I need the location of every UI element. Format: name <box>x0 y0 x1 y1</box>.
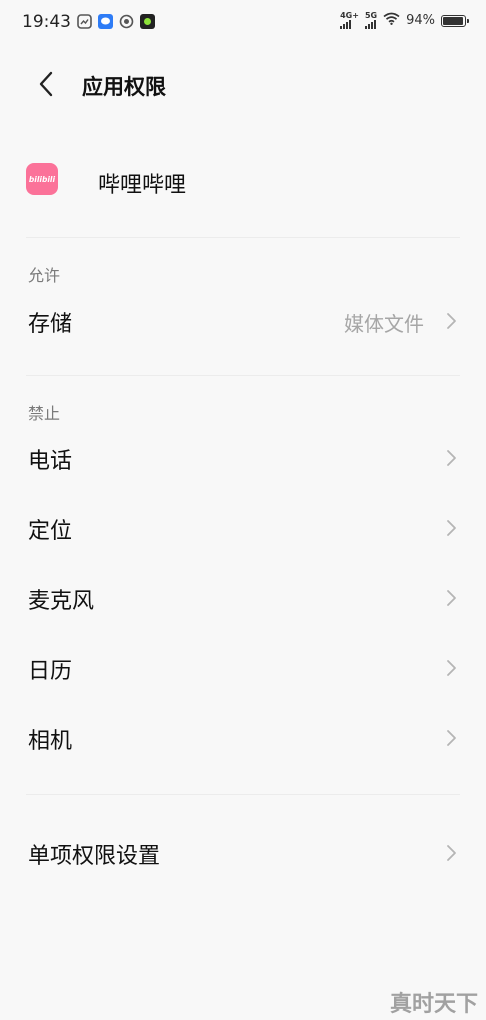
watermark: 真时天下 <box>389 992 478 1017</box>
header: 应用权限 <box>0 58 486 110</box>
battery-percent: 94% <box>406 13 435 28</box>
signal-4g-icon: 4G+ <box>340 12 359 29</box>
signal-5g-label: 5G <box>364 11 378 20</box>
app-name: 哔哩哔哩 <box>98 173 187 198</box>
permission-label: 日历 <box>28 659 73 684</box>
denied-section-label: 禁止 <box>28 404 61 423</box>
chevron-right-icon <box>447 590 456 606</box>
permission-value: 媒体文件 <box>344 312 424 336</box>
permission-row-microphone[interactable]: 麦克风 <box>0 569 486 625</box>
app-info: bilibili 哔哩哔哩 <box>0 158 486 202</box>
divider <box>26 375 460 376</box>
chevron-right-icon <box>447 660 456 676</box>
chevron-right-icon <box>447 450 456 466</box>
page-title: 应用权限 <box>82 75 166 99</box>
back-button[interactable] <box>28 66 64 102</box>
status-time: 19:43 <box>22 12 71 32</box>
status-right: 4G+ 5G 94% <box>340 11 469 29</box>
permission-label: 定位 <box>28 519 73 544</box>
permission-row-camera[interactable]: 相机 <box>0 709 486 765</box>
app-notification-icon <box>140 14 155 29</box>
permission-label: 麦克风 <box>28 589 95 614</box>
notification-icons <box>77 14 155 29</box>
permission-row-storage[interactable]: 存储 媒体文件 <box>0 292 486 348</box>
chat-notification-icon <box>98 14 113 29</box>
status-bar: 19:43 4G+ 5G 94% <box>0 0 486 44</box>
allowed-section-label: 允许 <box>28 266 61 285</box>
permission-label: 相机 <box>28 729 73 754</box>
permission-label: 存储 <box>28 312 73 337</box>
bilibili-app-icon: bilibili <box>26 163 58 195</box>
single-permission-settings-row[interactable]: 单项权限设置 <box>0 824 486 880</box>
battery-icon <box>441 14 469 27</box>
chevron-right-icon <box>447 313 456 329</box>
chevron-right-icon <box>447 520 456 536</box>
signal-4g-label: 4G+ <box>340 11 359 20</box>
app-icon-text: bilibili <box>28 174 56 184</box>
chevron-right-icon <box>447 730 456 746</box>
permission-row-calendar[interactable]: 日历 <box>0 639 486 695</box>
permission-label: 电话 <box>28 449 73 474</box>
chevron-right-icon <box>447 845 456 861</box>
divider <box>26 794 460 795</box>
permission-row-location[interactable]: 定位 <box>0 499 486 555</box>
signal-5g-icon: 5G <box>364 11 378 29</box>
camera-notification-icon <box>119 14 134 29</box>
permission-row-phone[interactable]: 电话 <box>0 429 486 485</box>
gallery-notification-icon <box>77 14 92 29</box>
divider <box>26 237 460 238</box>
back-arrow-icon <box>39 71 53 97</box>
single-permission-label: 单项权限设置 <box>28 844 161 869</box>
battery-fill <box>443 16 463 25</box>
wifi-icon <box>383 12 400 29</box>
